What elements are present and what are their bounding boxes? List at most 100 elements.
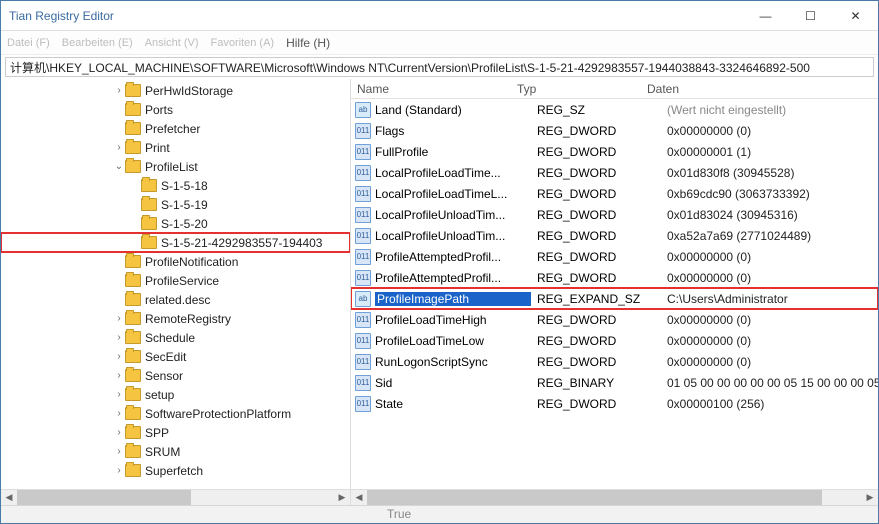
col-header-data[interactable]: Daten bbox=[641, 82, 878, 96]
maximize-button[interactable]: ☐ bbox=[788, 1, 833, 31]
value-row[interactable]: 011ProfileLoadTimeHighREG_DWORD0x0000000… bbox=[351, 309, 878, 330]
value-type: REG_DWORD bbox=[531, 271, 661, 285]
close-button[interactable]: ✕ bbox=[833, 1, 878, 31]
tree-item[interactable]: Ports bbox=[1, 100, 350, 119]
value-data: C:\Users\Administrator bbox=[661, 292, 878, 306]
col-header-type[interactable]: Typ bbox=[511, 82, 641, 96]
tree-item[interactable]: ›setup bbox=[1, 385, 350, 404]
chevron-right-icon[interactable]: › bbox=[113, 370, 125, 381]
dword-value-icon: 011 bbox=[355, 396, 371, 412]
values-pane[interactable]: Name Typ Daten abLand (Standard)REG_SZ(W… bbox=[351, 79, 878, 489]
tree-item-label: S-1-5-20 bbox=[161, 217, 208, 231]
value-row[interactable]: 011ProfileAttemptedProfil...REG_DWORD0x0… bbox=[351, 246, 878, 267]
address-bar[interactable]: 计算机\HKEY_LOCAL_MACHINE\SOFTWARE\Microsof… bbox=[5, 57, 874, 77]
tree-item[interactable]: S-1-5-18 bbox=[1, 176, 350, 195]
chevron-right-icon[interactable]: › bbox=[113, 408, 125, 419]
scroll-left-icon[interactable]: ◀ bbox=[1, 490, 17, 505]
value-row[interactable]: 011SidREG_BINARY01 05 00 00 00 00 00 05 … bbox=[351, 372, 878, 393]
chevron-right-icon[interactable]: › bbox=[113, 142, 125, 153]
tree-scroll-track[interactable] bbox=[17, 490, 334, 505]
tree-item[interactable]: › PerHwIdStorage bbox=[1, 81, 350, 100]
value-name: LocalProfileUnloadTim... bbox=[375, 208, 531, 222]
tree-item[interactable]: S-1-5-19 bbox=[1, 195, 350, 214]
tree-item[interactable]: ›RemoteRegistry bbox=[1, 309, 350, 328]
value-row[interactable]: 011LocalProfileUnloadTim...REG_DWORD0x01… bbox=[351, 204, 878, 225]
folder-icon bbox=[141, 198, 157, 211]
value-type: REG_DWORD bbox=[531, 313, 661, 327]
dword-value-icon: 011 bbox=[355, 207, 371, 223]
chevron-right-icon[interactable]: › bbox=[113, 446, 125, 457]
value-type: REG_DWORD bbox=[531, 250, 661, 264]
values-scroll-track[interactable] bbox=[367, 490, 862, 505]
tree-item[interactable]: › Sensor bbox=[1, 366, 350, 385]
tree-item[interactable]: ›Schedule bbox=[1, 328, 350, 347]
folder-icon bbox=[125, 464, 141, 477]
menu-edit[interactable]: Bearbeiten (E) bbox=[62, 37, 133, 49]
value-row[interactable]: abLand (Standard)REG_SZ(Wert nicht einge… bbox=[351, 99, 878, 120]
value-row[interactable]: abProfileImagePathREG_EXPAND_SZC:\Users\… bbox=[351, 288, 878, 309]
string-value-icon: ab bbox=[355, 102, 371, 118]
tree-item-label: Superfetch bbox=[145, 464, 203, 478]
folder-icon bbox=[125, 141, 141, 154]
tree-item[interactable]: related.desc bbox=[1, 290, 350, 309]
tree-item[interactable]: ›Print bbox=[1, 138, 350, 157]
menu-help[interactable]: Hilfe (H) bbox=[286, 36, 330, 50]
chevron-down-icon[interactable]: ⌄ bbox=[113, 161, 125, 172]
tree-item-label: Sensor bbox=[145, 369, 183, 383]
value-name: FullProfile bbox=[375, 145, 531, 159]
value-name: ProfileImagePath bbox=[375, 292, 531, 306]
col-header-name[interactable]: Name bbox=[351, 82, 511, 96]
folder-icon bbox=[125, 350, 141, 363]
value-row[interactable]: 011LocalProfileLoadTimeL...REG_DWORD0xb6… bbox=[351, 183, 878, 204]
tree-pane[interactable]: ›PerHwIdStoragePortsPrefetcher›Print⌄Pro… bbox=[1, 79, 351, 489]
tree-item[interactable]: ProfileService bbox=[1, 271, 350, 290]
chevron-right-icon[interactable]: › bbox=[113, 427, 125, 438]
menu-favorites[interactable]: Favoriten (A) bbox=[211, 37, 275, 49]
tree-item[interactable]: ⌄ProfileList bbox=[1, 157, 350, 176]
value-name: LocalProfileLoadTime... bbox=[375, 166, 531, 180]
tree-item-label: S-1-5-21-4292983557-194403 bbox=[161, 236, 322, 250]
menu-file[interactable]: Datei (F) bbox=[7, 37, 50, 49]
value-data: 0x00000000 (0) bbox=[661, 355, 878, 369]
dword-value-icon: 011 bbox=[355, 123, 371, 139]
tree-item-label: PerHwIdStorage bbox=[145, 84, 233, 98]
tree-item[interactable]: ›SecEdit bbox=[1, 347, 350, 366]
value-row[interactable]: 011RunLogonScriptSyncREG_DWORD0x00000000… bbox=[351, 351, 878, 372]
tree-item[interactable]: S-1-5-21-4292983557-194403 bbox=[1, 233, 350, 252]
tree-item[interactable]: ›SPP bbox=[1, 423, 350, 442]
chevron-right-icon[interactable]: › bbox=[113, 313, 125, 324]
chevron-right-icon[interactable]: › bbox=[113, 389, 125, 400]
scroll-right-icon[interactable]: ▶ bbox=[862, 490, 878, 505]
chevron-right-icon[interactable]: › bbox=[113, 465, 125, 476]
chevron-right-icon[interactable]: › bbox=[113, 351, 125, 362]
value-row[interactable]: 011StateREG_DWORD0x00000100 (256) bbox=[351, 393, 878, 414]
scroll-left-icon[interactable]: ◀ bbox=[351, 490, 367, 505]
tree-item-label: S-1-5-18 bbox=[161, 179, 208, 193]
tree-item[interactable]: S-1-5-20 bbox=[1, 214, 350, 233]
chevron-right-icon[interactable]: › bbox=[113, 332, 125, 343]
value-name: ProfileLoadTimeLow bbox=[375, 334, 531, 348]
statusbar: True bbox=[1, 505, 878, 523]
tree-item[interactable]: ›SoftwareProtectionPlatform bbox=[1, 404, 350, 423]
value-row[interactable]: 011ProfileLoadTimeLowREG_DWORD0x00000000… bbox=[351, 330, 878, 351]
folder-icon bbox=[125, 122, 141, 135]
tree-item-label: related.desc bbox=[145, 293, 210, 307]
scroll-right-icon[interactable]: ▶ bbox=[334, 490, 350, 505]
value-row[interactable]: 011LocalProfileUnloadTim...REG_DWORD0xa5… bbox=[351, 225, 878, 246]
folder-icon bbox=[125, 84, 141, 97]
tree-item[interactable]: › Superfetch bbox=[1, 461, 350, 480]
value-name: ProfileAttemptedProfil... bbox=[375, 271, 531, 285]
value-row[interactable]: 011ProfileAttemptedProfil...REG_DWORD0x0… bbox=[351, 267, 878, 288]
tree-item[interactable]: Prefetcher bbox=[1, 119, 350, 138]
value-row[interactable]: 011FullProfileREG_DWORD0x00000001 (1) bbox=[351, 141, 878, 162]
titlebar[interactable]: Tian Registry Editor — ☐ ✕ bbox=[1, 1, 878, 31]
tree-item[interactable]: ›SRUM bbox=[1, 442, 350, 461]
chevron-right-icon[interactable]: › bbox=[113, 85, 125, 96]
menu-view[interactable]: Ansicht (V) bbox=[145, 37, 199, 49]
dword-value-icon: 011 bbox=[355, 144, 371, 160]
value-row[interactable]: 011FlagsREG_DWORD0x00000000 (0) bbox=[351, 120, 878, 141]
tree-item[interactable]: ProfileNotification bbox=[1, 252, 350, 271]
value-row[interactable]: 011LocalProfileLoadTime...REG_DWORD0x01d… bbox=[351, 162, 878, 183]
folder-icon bbox=[125, 369, 141, 382]
minimize-button[interactable]: — bbox=[743, 1, 788, 31]
